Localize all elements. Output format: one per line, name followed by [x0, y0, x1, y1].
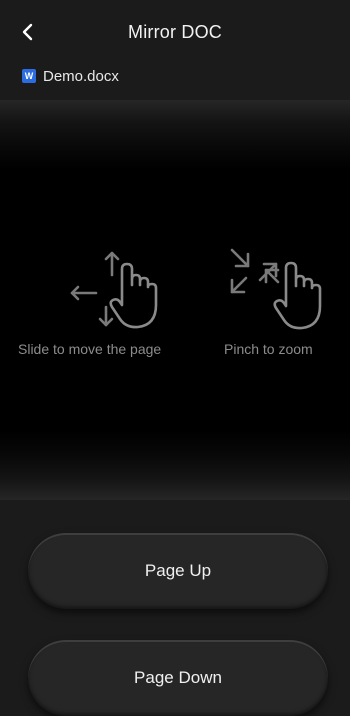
touch-control-panel[interactable]: Slide to move the page Pinch to zoom	[0, 100, 350, 500]
pinch-hint-label: Pinch to zoom	[224, 341, 313, 357]
mirror-doc-screen: Mirror DOC W Demo.docx Slide to move the…	[0, 0, 350, 716]
page-up-button[interactable]: Page Up	[28, 533, 328, 609]
file-name: Demo.docx	[43, 67, 119, 85]
header: Mirror DOC	[0, 0, 350, 62]
slide-hint-label: Slide to move the page	[18, 341, 162, 357]
page-down-button[interactable]: Page Down	[28, 640, 328, 716]
word-doc-icon: W	[22, 69, 36, 83]
file-info: W Demo.docx	[22, 66, 119, 86]
slide-gesture-icon	[70, 251, 158, 329]
page-title: Mirror DOC	[128, 22, 222, 42]
pinch-zoom-icon	[230, 248, 322, 330]
